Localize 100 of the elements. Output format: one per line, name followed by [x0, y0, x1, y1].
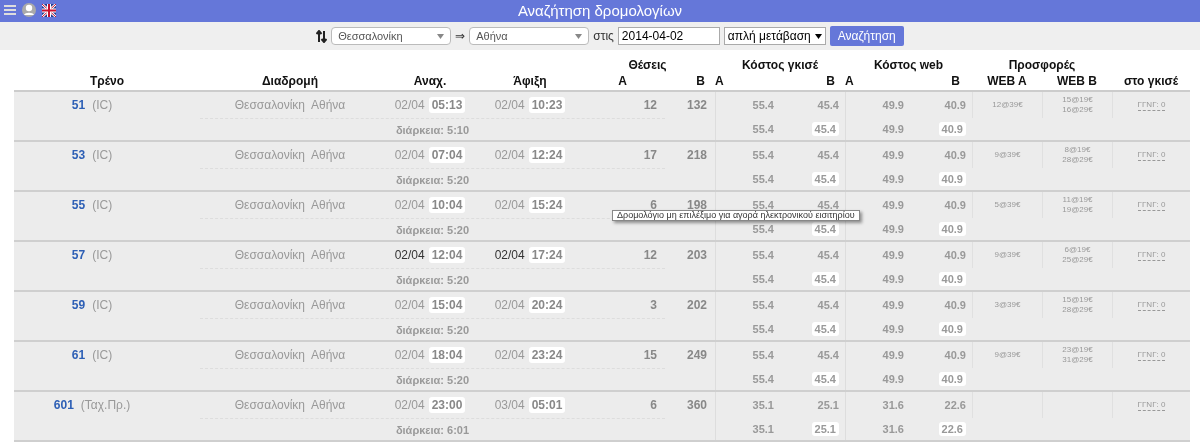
menu-icon[interactable]	[4, 4, 16, 16]
column-header: B	[950, 74, 961, 90]
fare-badge: 45.4	[811, 372, 839, 386]
date-field[interactable]: 2014-04-02	[617, 27, 720, 45]
date-text: 02/04	[394, 348, 425, 362]
caret-icon	[437, 33, 445, 39]
fare-badge: 40.9	[938, 172, 966, 186]
train-type: (IC)	[92, 98, 113, 112]
duration-text: διάρκεια: 5:10	[395, 123, 470, 136]
seat-count: 132	[686, 98, 707, 112]
to-dropdown[interactable]: Αθήνα	[469, 27, 590, 45]
seat-count: 6	[650, 198, 657, 212]
train-type: (IC)	[92, 348, 113, 362]
fare-value: 49.9	[882, 199, 904, 211]
train-type: (IC)	[92, 198, 113, 212]
date-text: 02/04	[494, 98, 525, 112]
train-number[interactable]: 601	[53, 398, 74, 412]
station-name: Αθήνα	[311, 248, 346, 262]
duration-text: διάρκεια: 5:20	[395, 323, 470, 336]
column-header: στο γκισέ	[1122, 74, 1180, 90]
train-number[interactable]: 57	[71, 248, 86, 262]
offer-text: 9@39€	[994, 250, 1021, 260]
fare-value: 49.9	[882, 249, 904, 261]
fare-value: 45.4	[817, 199, 839, 211]
column-header: Κόστος web	[872, 58, 945, 74]
station-name: Αθήνα	[311, 298, 346, 312]
fare-badge: 40.9	[938, 372, 966, 386]
fare-value: 25.1	[817, 399, 839, 411]
fare-value: 40.9	[944, 249, 966, 261]
offer-text: 15@19€	[1062, 295, 1093, 305]
train-type: (IC)	[92, 248, 113, 262]
train-number[interactable]: 51	[71, 98, 86, 112]
duration-text: διάρκεια: 5:20	[395, 173, 470, 186]
seat-count: 12	[643, 248, 657, 262]
flag-icon[interactable]	[42, 3, 56, 17]
column-header: Αναχ.	[412, 74, 448, 90]
offer-text: 9@39€	[994, 150, 1021, 160]
column-header: Διαδρομή	[260, 74, 319, 90]
fare-value: 49.9	[882, 273, 904, 285]
seat-count: 6	[650, 398, 657, 412]
train-number[interactable]: 55	[71, 198, 86, 212]
offer-text: 3@39€	[994, 300, 1021, 310]
station-name: Θεσσαλονίκη	[234, 298, 305, 312]
offer-text: 25@29€	[1062, 255, 1093, 265]
fare-value: 49.9	[882, 373, 904, 385]
date-text: 03/04	[494, 398, 525, 412]
column-header: Κόστος γκισέ	[740, 58, 820, 74]
fare-badge: 22.6	[938, 422, 966, 436]
station-name: Θεσσαλονίκη	[234, 248, 305, 262]
fare-value: 55.4	[752, 323, 774, 335]
fare-badge: 40.9	[938, 322, 966, 336]
fare-value: 55.4	[752, 99, 774, 111]
column-header: B	[695, 74, 706, 90]
seat-count: 17	[643, 148, 657, 162]
seat-count: 3	[650, 298, 657, 312]
fare-value: 45.4	[817, 149, 839, 161]
fare-value: 40.9	[944, 149, 966, 161]
fare-value: 55.4	[752, 199, 774, 211]
user-icon[interactable]	[22, 3, 36, 17]
station-name: Αθήνα	[311, 98, 346, 112]
time-badge: 07:04	[428, 147, 466, 163]
from-dropdown[interactable]: Θεσσαλονίκη	[331, 27, 452, 45]
column-header: WEB B	[1056, 74, 1098, 90]
seat-count: 218	[686, 148, 707, 162]
fare-value: 55.4	[752, 173, 774, 185]
caret-icon	[575, 33, 583, 39]
fare-value: 55.4	[752, 223, 774, 235]
column-header: A	[617, 74, 628, 90]
swap-icon[interactable]	[316, 29, 328, 43]
fare-badge: 40.9	[938, 122, 966, 136]
fare-value: 45.4	[817, 99, 839, 111]
date-text: 02/04	[394, 98, 425, 112]
time-badge: 15:24	[528, 197, 566, 213]
offer-text: 6@19€	[1064, 245, 1091, 255]
fare-value: 31.6	[882, 399, 904, 411]
fare-badge: 25.1	[811, 422, 839, 436]
fare-badge: 45.4	[811, 222, 839, 236]
tooltip: Δρομολόγιο μη επιλέξιμο για αγορά ηλεκτρονικού εισιτηρίου	[612, 210, 860, 221]
fare-value: 49.9	[882, 99, 904, 111]
search-button[interactable]: Αναζήτηση	[829, 26, 904, 46]
time-badge: 23:24	[528, 347, 566, 363]
fare-badge: 45.4	[811, 322, 839, 336]
duration-text: διάρκεια: 5:20	[395, 273, 470, 286]
station-name: Θεσσαλονίκη	[234, 148, 305, 162]
train-number[interactable]: 53	[71, 148, 86, 162]
train-number[interactable]: 59	[71, 298, 86, 312]
column-header: Άφιξη	[512, 74, 548, 90]
fare-value: 40.9	[944, 349, 966, 361]
train-type: (IC)	[92, 298, 113, 312]
fare-badge: 45.4	[811, 172, 839, 186]
fare-badge: 40.9	[938, 222, 966, 236]
seat-count: 249	[686, 348, 707, 362]
fare-value: 55.4	[752, 149, 774, 161]
page-title: Αναζήτηση δρομολογίων	[517, 1, 683, 21]
seat-count: 15	[643, 348, 657, 362]
offer-text: 15@19€	[1062, 95, 1093, 105]
offer-text: 28@29€	[1062, 155, 1093, 165]
train-number[interactable]: 61	[71, 348, 86, 362]
date-text: 02/04	[394, 148, 425, 162]
trip-type-dropdown[interactable]: απλή μετάβαση	[723, 27, 826, 45]
